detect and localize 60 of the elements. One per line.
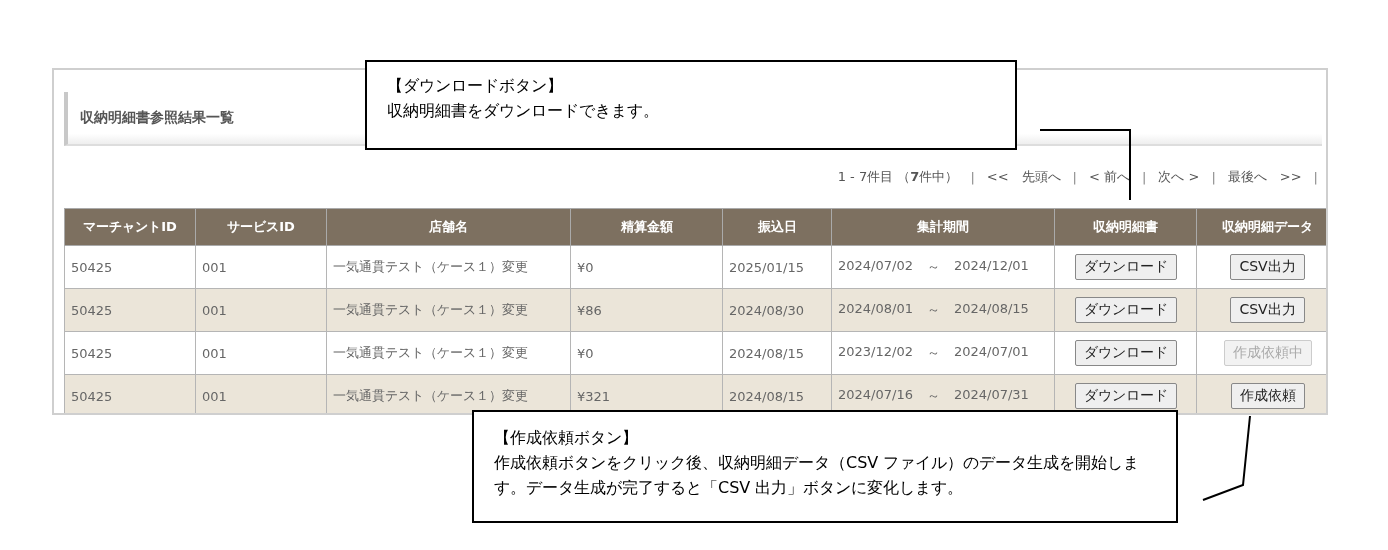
pager-separator: |: [1142, 169, 1147, 185]
data-button[interactable]: CSV出力: [1230, 297, 1305, 323]
table-cell: 50425: [64, 245, 196, 289]
tilde-separator: ～: [926, 301, 940, 319]
column-header: 店舗名: [326, 208, 571, 246]
tilde-separator: ～: [926, 258, 940, 276]
table-cell: 50425: [64, 374, 196, 413]
download-button[interactable]: ダウンロード: [1074, 340, 1177, 366]
pager-separator: |: [1211, 169, 1216, 185]
column-header: 収納明細データ: [1196, 208, 1326, 246]
pager-link[interactable]: 最後へ >>: [1227, 168, 1302, 186]
table-cell: 一気通貫テスト（ケース１）変更: [326, 374, 571, 413]
period-start: 2024/07/02: [838, 258, 913, 275]
column-header: 精算金額: [570, 208, 723, 246]
callout-title: 【作成依頼ボタン】: [494, 427, 639, 449]
table-cell: ¥0: [570, 245, 723, 289]
table-cell: 2024/08/15: [722, 331, 832, 375]
result-count: 1 - 7件目 （7件中）: [837, 168, 959, 186]
table-cell: 50425: [64, 288, 196, 332]
period-start: 2023/12/02: [838, 344, 913, 361]
pager-link[interactable]: << 先頭へ: [986, 168, 1061, 186]
table-cell: 一気通貫テスト（ケース１）変更: [326, 331, 571, 375]
period-start: 2024/07/16: [838, 387, 913, 404]
tilde-separator: ～: [926, 387, 940, 405]
period-start: 2024/08/01: [838, 301, 913, 318]
table-cell: 一気通貫テスト（ケース１）変更: [326, 245, 571, 289]
panel-title: 収納明細書参照結果一覧: [80, 109, 234, 127]
pager-separator: |: [1072, 169, 1077, 185]
table-cell: 2025/01/15: [722, 245, 832, 289]
tilde-separator: ～: [926, 344, 940, 362]
table-cell: ¥86: [570, 288, 723, 332]
column-header: 振込日: [722, 208, 832, 246]
callout-text: 収納明細書をダウンロードできます。: [387, 99, 660, 122]
download-button[interactable]: ダウンロード: [1074, 254, 1177, 280]
table-cell: 001: [195, 245, 327, 289]
data-button[interactable]: CSV出力: [1230, 254, 1305, 280]
table-cell: ¥0: [570, 331, 723, 375]
column-header: 集計期間: [831, 208, 1055, 246]
column-header: 収納明細書: [1054, 208, 1197, 246]
column-header: マーチャントID: [64, 208, 196, 246]
table-cell: 50425: [64, 331, 196, 375]
table-cell: 001: [195, 331, 327, 375]
period-end: 2024/12/01: [953, 258, 1029, 275]
download-button[interactable]: ダウンロード: [1074, 383, 1177, 409]
period-end: 2024/07/01: [953, 344, 1029, 361]
table-cell: 001: [195, 374, 327, 413]
period-end: 2024/08/15: [953, 301, 1029, 318]
period-end: 2024/07/31: [953, 387, 1029, 404]
column-header: サービスID: [195, 208, 327, 246]
download-button[interactable]: ダウンロード: [1074, 297, 1177, 323]
pager-link[interactable]: < 前へ: [1088, 168, 1130, 186]
table-cell: 一気通貫テスト（ケース１）変更: [326, 288, 571, 332]
pager-separator: |: [970, 169, 975, 185]
pager-separator: |: [1313, 169, 1318, 185]
table-cell: 2024/08/30: [722, 288, 832, 332]
data-button[interactable]: 作成依頼: [1230, 383, 1305, 409]
pager-link[interactable]: 次へ >: [1158, 168, 1200, 186]
callout-text: 作成依頼ボタンをクリック後、収納明細データ（CSV ファイル）のデータ生成を開始します。データ生成が完了すると「CSV 出力」ボタンに変化します。: [494, 451, 1141, 499]
table-cell: 001: [195, 288, 327, 332]
callout-title: 【ダウンロードボタン】: [387, 75, 564, 97]
